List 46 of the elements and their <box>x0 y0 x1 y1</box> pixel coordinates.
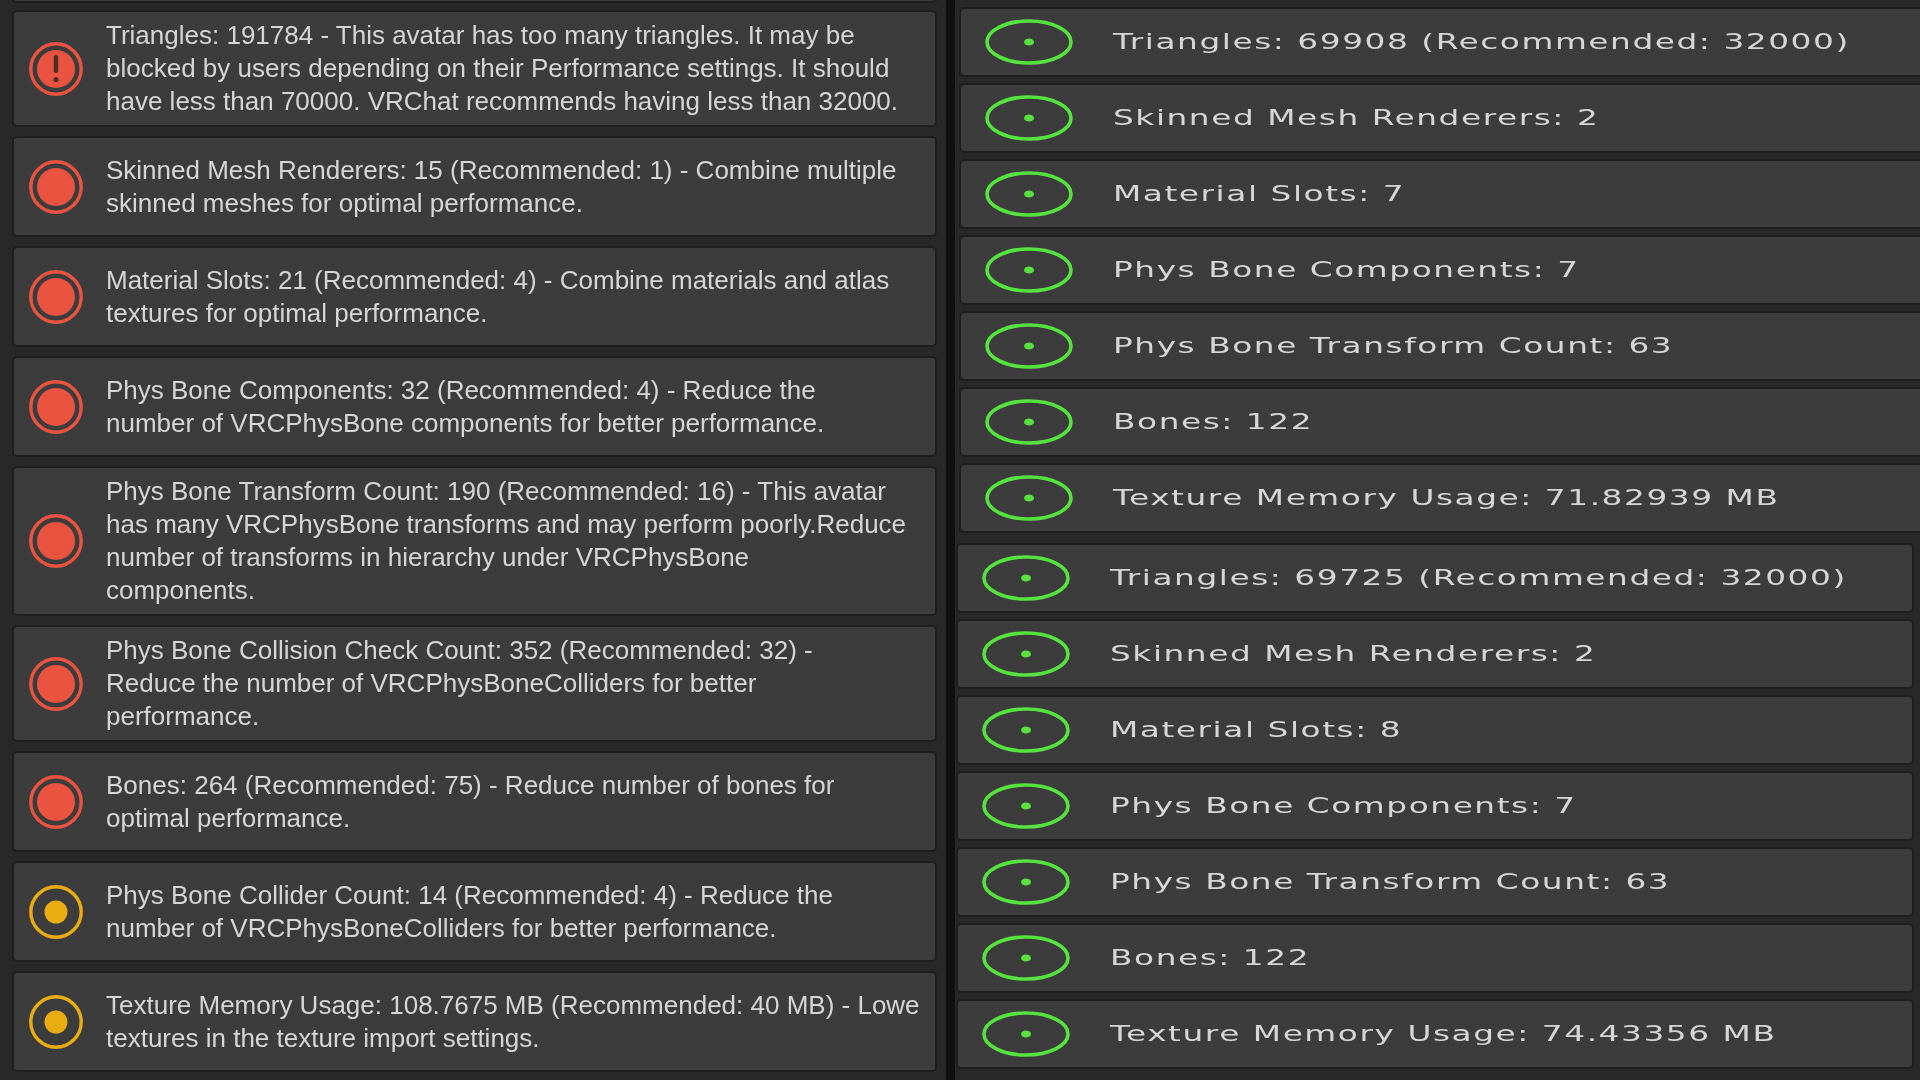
stat-text: Triangles: 69908 (Recommended: 32000) <box>1113 30 1850 54</box>
status-ring-icon <box>982 783 1070 829</box>
status-ring-icon <box>985 247 1073 293</box>
status-dot-icon <box>29 379 83 434</box>
issue-text: Material Slots: 21 (Recommended: 4) - Combine materials and atlas textures for optimal performance. <box>106 263 890 330</box>
stat-text: Bones: 122 <box>1110 946 1311 970</box>
issue-text: Phys Bone Collision Check Count: 352 (Recommended: 32) - Reduce the number of VRCPhysBoneColliders for better performance. <box>106 634 813 733</box>
stat-text: Material Slots: 7 <box>1113 182 1406 206</box>
stat-text: Texture Memory Usage: 74.43356 MB <box>1110 1022 1777 1046</box>
issue-text: Triangles: 191784 - This avatar has too many triangles. It may be blocked by users depending on their Performance settings. It should have less than 70000. VRChat recommends having less than 32000. <box>106 19 899 118</box>
issue-text: Phys Bone Transform Count: 190 (Recommended: 16) - This avatar has many VRCPhysBone transforms and may perform poorly.Reduce number of transforms in hierarchy under VRCPhysBone components. <box>106 475 907 607</box>
issue-text: Bones: 264 (Recommended: 75) - Reduce number of bones for optimal performance. <box>106 768 835 835</box>
stat-text: Phys Bone Transform Count: 63 <box>1110 870 1671 894</box>
status-dot-icon <box>29 774 83 829</box>
stat-text: Texture Memory Usage: 71.82939 MB <box>1113 486 1780 510</box>
issue-text: Phys Bone Collider Count: 14 (Recommended: 4) - Reduce the number of VRCPhysBoneColliders for better performance. <box>106 878 833 945</box>
stat-text: Skinned Mesh Renderers: 2 <box>1113 106 1600 130</box>
stat-text: Phys Bone Components: 7 <box>1113 258 1580 282</box>
status-dot-icon <box>29 884 83 939</box>
status-dot-icon <box>29 994 83 1049</box>
status-dot-icon <box>29 269 83 324</box>
status-ring-icon <box>982 707 1070 753</box>
status-ring-icon <box>985 19 1073 65</box>
status-dot-icon <box>29 514 83 568</box>
stat-text: Skinned Mesh Renderers: 2 <box>1110 642 1597 666</box>
issue-text: Skinned Mesh Renderers: 15 (Recommended: 1) - Combine multiple skinned meshes for optimal performance. <box>106 153 897 220</box>
status-ring-icon <box>982 631 1070 677</box>
alert-icon <box>29 41 83 96</box>
stat-text: Triangles: 69725 (Recommended: 32000) <box>1110 566 1847 590</box>
stat-text: Phys Bone Components: 7 <box>1110 794 1577 818</box>
status-dot-icon <box>29 159 83 214</box>
status-ring-icon <box>985 171 1073 217</box>
issue-text: Phys Bone Components: 32 (Recommended: 4) - Reduce the number of VRCPhysBone components for better performance. <box>106 373 825 440</box>
status-ring-icon <box>985 95 1073 141</box>
stat-text: Material Slots: 8 <box>1110 718 1403 742</box>
status-dot-icon <box>29 656 83 711</box>
status-ring-icon <box>982 859 1070 905</box>
status-ring-icon <box>985 475 1073 521</box>
status-ring-icon <box>982 1011 1070 1057</box>
stat-text: Phys Bone Transform Count: 63 <box>1113 334 1674 358</box>
issue-text: Texture Memory Usage: 108.7675 MB (Recommended: 40 MB) - Lowe textures in the texture import settings. <box>106 988 920 1055</box>
status-ring-icon <box>985 399 1073 445</box>
status-ring-icon <box>985 323 1073 369</box>
status-ring-icon <box>982 555 1070 601</box>
stat-text: Bones: 122 <box>1113 410 1314 434</box>
status-ring-icon <box>982 935 1070 981</box>
